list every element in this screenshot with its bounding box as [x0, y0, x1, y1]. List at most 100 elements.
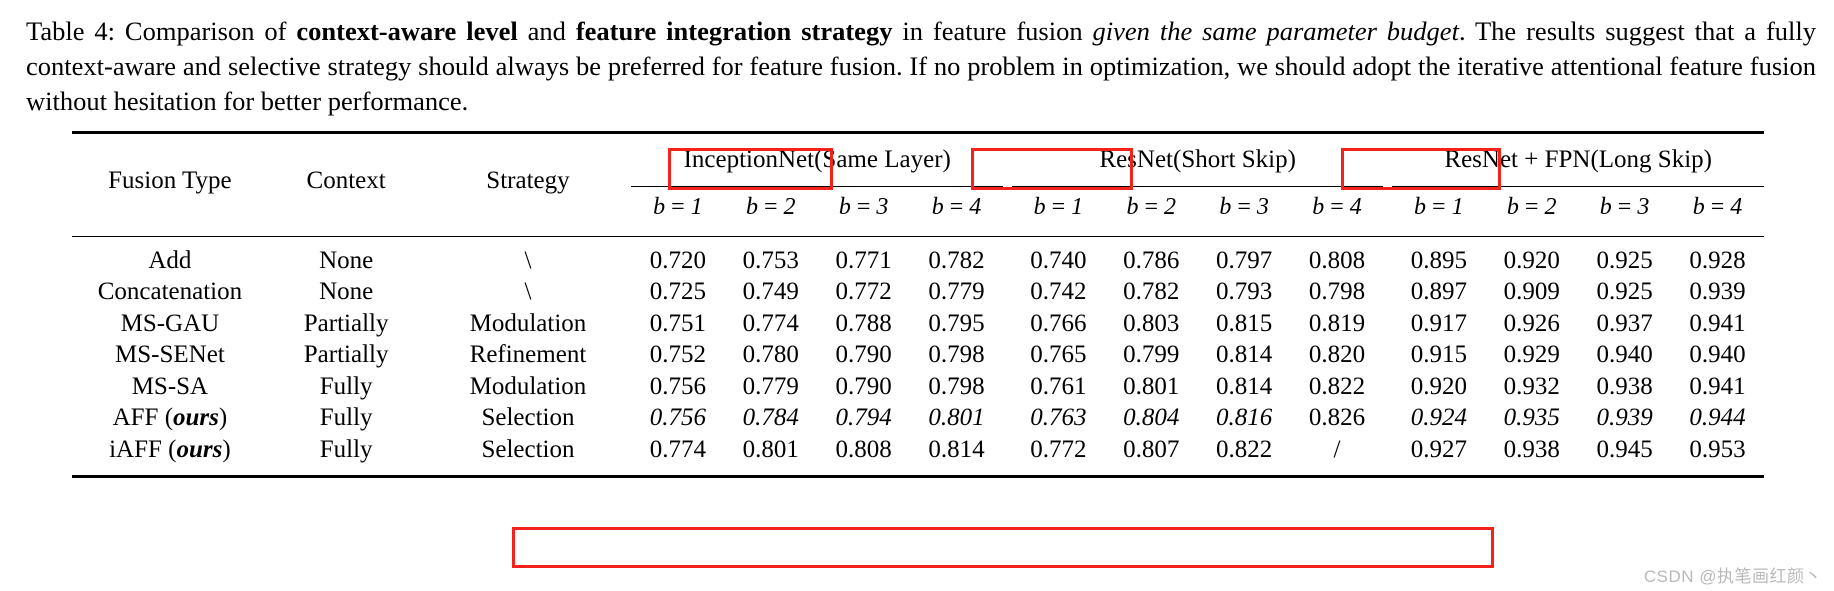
cell-value: 0.941 — [1689, 309, 1746, 337]
group-name-resnet-fpn: ResNet + FPN — [1444, 146, 1591, 173]
cell-gap — [1383, 308, 1392, 340]
cell-value: 0.801 — [928, 404, 985, 432]
cell-value: 0.945 — [1596, 435, 1653, 463]
cell-gap — [1003, 371, 1012, 403]
cell-fusion-type: MS-GAU — [120, 309, 220, 337]
cell-value: 0.798 — [928, 341, 985, 369]
cell-value: 0.935 — [1503, 404, 1560, 432]
cell-strategy: Modulation — [469, 372, 587, 400]
highlight-box-iaff-row — [512, 527, 1494, 568]
budget-gap-1 — [1383, 187, 1392, 228]
budget-header-1-3: b = 4 — [1312, 193, 1362, 220]
cell-strategy: \ — [524, 246, 532, 274]
cell-value: 0.756 — [649, 372, 707, 400]
cell-value: 0.790 — [835, 341, 892, 369]
table-row: MS-SENet Partially Refinement 0.752 0.780 0.7… — [72, 340, 1764, 372]
cell-value: 0.953 — [1689, 435, 1746, 463]
table-head: Fusion Type Context Strategy InceptionNe… — [72, 131, 1764, 228]
group-gap-1 — [1002, 131, 1012, 187]
group-header-inceptionnet: InceptionNet(Same Layer) — [631, 131, 1003, 187]
cell-fusion-type: AFF (ours) — [72, 403, 268, 435]
caption-bold-1: context-aware level — [296, 16, 518, 46]
fusion-type-suffix: ) — [222, 435, 231, 463]
cell-value: 0.820 — [1308, 341, 1366, 369]
cell-context: Fully — [319, 404, 373, 432]
budget-header-0-2: b = 3 — [838, 193, 889, 220]
fusion-type-prefix: iAFF ( — [109, 435, 177, 463]
cell-value: 0.928 — [1689, 246, 1746, 274]
cell-value: 0.814 — [928, 435, 985, 463]
caption-text-3: in feature fusion — [892, 16, 1093, 46]
cell-value: 0.926 — [1503, 309, 1560, 337]
cell-value: 0.941 — [1689, 372, 1746, 400]
table-row: iAFF (ours) Fully Selection 0.774 0.801 0.808… — [72, 434, 1764, 466]
cell-value: 0.938 — [1596, 372, 1653, 400]
table-body: Add None \ 0.720 0.753 0.771 0.782 0.740 0.786 0.… — [72, 227, 1764, 478]
budget-header-0-0: b = 1 — [653, 193, 703, 220]
cell-context: None — [319, 278, 374, 306]
cell-value: 0.929 — [1503, 341, 1560, 369]
budget-header-0-3: b = 4 — [931, 193, 982, 220]
cell-value: 0.803 — [1123, 309, 1180, 337]
cell-value: 0.782 — [928, 246, 985, 274]
cell-value: 0.780 — [742, 341, 799, 369]
table-row: MS-SA Fully Modulation 0.756 0.779 0.790 0.798… — [72, 371, 1764, 403]
cell-value: 0.761 — [1030, 372, 1087, 400]
cell-value: 0.801 — [742, 435, 799, 463]
cell-value: 0.808 — [1308, 246, 1366, 274]
cell-gap — [1003, 403, 1012, 435]
table-row: Add None \ 0.720 0.753 0.771 0.782 0.740 0.786 0.… — [72, 245, 1764, 277]
budget-header-2-2: b = 3 — [1599, 193, 1650, 220]
fusion-type-suffix: ) — [218, 404, 228, 432]
fusion-type-ours: ours — [173, 404, 219, 432]
cell-value: 0.753 — [742, 246, 799, 274]
group-name-resnet: ResNet — [1099, 146, 1174, 173]
caption-label: Table 4: — [26, 16, 115, 46]
cell-value: 0.794 — [835, 404, 892, 432]
cell-fusion-type: MS-SA — [131, 372, 209, 400]
bottom-rule-row — [72, 465, 1764, 478]
cell-value: 0.782 — [1123, 278, 1180, 306]
cell-value: 0.797 — [1215, 246, 1273, 274]
cell-gap — [1383, 340, 1392, 372]
cell-value: 0.798 — [928, 372, 985, 400]
cell-value: 0.749 — [742, 278, 799, 306]
cell-value: 0.932 — [1503, 372, 1560, 400]
cell-context: Fully — [319, 435, 373, 463]
budget-header-2-1: b = 2 — [1506, 193, 1557, 220]
cell-value: 0.814 — [1215, 372, 1273, 400]
cell-gap — [1003, 277, 1012, 309]
cell-gap — [1003, 308, 1012, 340]
header-context: Context — [267, 131, 425, 227]
caption-bold-2: feature integration strategy — [575, 16, 893, 46]
group-header-resnet: ResNet(Short Skip) — [1011, 131, 1384, 187]
cell-value: 0.920 — [1410, 372, 1467, 400]
header-strategy: Strategy — [424, 131, 632, 227]
cell-gap — [1383, 371, 1392, 403]
cell-gap — [1383, 277, 1392, 309]
cell-value: 0.822 — [1215, 435, 1273, 463]
cell-value: 0.939 — [1689, 278, 1746, 306]
cell-fusion-type: Add — [148, 246, 192, 274]
cell-value: 0.779 — [928, 278, 985, 306]
cell-value: 0.804 — [1123, 404, 1180, 432]
body-top-padding — [72, 237, 1764, 246]
cell-gap — [1383, 403, 1392, 435]
cell-value: 0.765 — [1030, 341, 1087, 369]
cell-value: 0.920 — [1503, 246, 1560, 274]
group-gap-2 — [1383, 131, 1393, 187]
cell-fusion-type: MS-SENet — [115, 341, 225, 369]
cell-value: 0.917 — [1410, 309, 1467, 337]
cell-value: 0.816 — [1215, 404, 1273, 432]
group-annotation-long-skip: (Long Skip) — [1590, 146, 1712, 173]
group-annotation-same-layer: (Same Layer) — [814, 146, 951, 173]
cell-value: 0.772 — [1030, 435, 1087, 463]
cell-value: 0.895 — [1410, 246, 1467, 274]
budget-gap-0 — [1003, 187, 1012, 228]
group-annotation-short-skip: (Short Skip) — [1173, 146, 1296, 173]
caption-text-1: Comparison of — [115, 16, 297, 46]
cell-value: 0.924 — [1410, 404, 1467, 432]
cell-value: 0.725 — [649, 278, 707, 306]
cell-value: 0.766 — [1030, 309, 1087, 337]
cell-fusion-type: Concatenation — [97, 278, 243, 306]
